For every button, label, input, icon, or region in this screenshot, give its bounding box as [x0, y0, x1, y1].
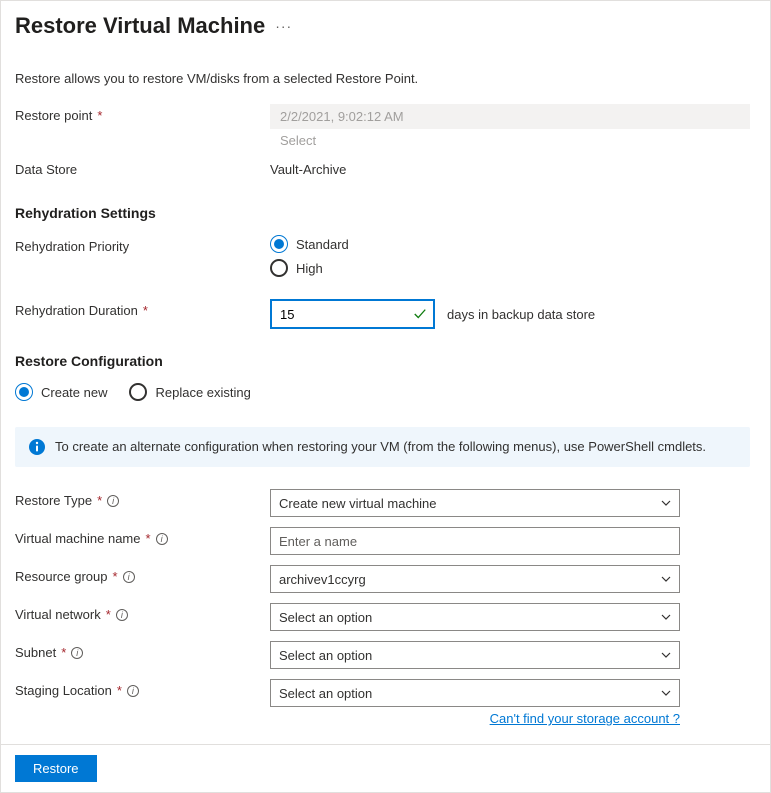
subnet-select[interactable]: Select an option: [270, 641, 680, 669]
required-asterisk: *: [143, 303, 148, 318]
rehydration-priority-label: Rehydration Priority: [15, 239, 129, 254]
chevron-down-icon: [660, 687, 672, 699]
staging-location-select[interactable]: Select an option: [270, 679, 680, 707]
data-store-label: Data Store: [15, 162, 77, 177]
restore-type-label: Restore Type: [15, 493, 92, 508]
page-title: Restore Virtual Machine: [15, 13, 265, 39]
info-icon: [29, 439, 45, 455]
priority-high-label: High: [296, 261, 323, 276]
duration-helper-text: days in backup data store: [447, 307, 595, 322]
required-asterisk: *: [61, 645, 66, 660]
priority-standard-radio[interactable]: Standard: [270, 235, 750, 253]
rehydration-duration-label: Rehydration Duration: [15, 303, 138, 318]
required-asterisk: *: [97, 493, 102, 508]
info-tooltip-icon[interactable]: i: [116, 609, 128, 621]
more-options-button[interactable]: ···: [275, 18, 292, 34]
required-asterisk: *: [97, 108, 102, 123]
replace-existing-label: Replace existing: [155, 385, 250, 400]
required-asterisk: *: [113, 569, 118, 584]
check-icon: [413, 307, 427, 321]
create-new-radio[interactable]: Create new: [15, 383, 107, 401]
rehydration-duration-input[interactable]: [270, 299, 435, 329]
staging-location-label: Staging Location: [15, 683, 112, 698]
info-tooltip-icon[interactable]: i: [123, 571, 135, 583]
restore-button[interactable]: Restore: [15, 755, 97, 782]
resource-group-select[interactable]: archivev1ccyrg: [270, 565, 680, 593]
vm-name-label: Virtual machine name: [15, 531, 141, 546]
subnet-label: Subnet: [15, 645, 56, 660]
storage-account-link[interactable]: Can't find your storage account ?: [490, 711, 680, 726]
create-new-label: Create new: [41, 385, 107, 400]
chevron-down-icon: [660, 573, 672, 585]
info-tooltip-icon[interactable]: i: [156, 533, 168, 545]
restore-point-select-link[interactable]: Select: [270, 129, 750, 148]
restore-point-label: Restore point: [15, 108, 92, 123]
required-asterisk: *: [146, 531, 151, 546]
rehydration-settings-heading: Rehydration Settings: [15, 205, 750, 221]
chevron-down-icon: [660, 611, 672, 623]
priority-high-radio[interactable]: High: [270, 259, 750, 277]
virtual-network-label: Virtual network: [15, 607, 101, 622]
restore-configuration-heading: Restore Configuration: [15, 353, 750, 369]
priority-standard-label: Standard: [296, 237, 349, 252]
info-tooltip-icon[interactable]: i: [107, 495, 119, 507]
chevron-down-icon: [660, 649, 672, 661]
restore-type-select[interactable]: Create new virtual machine: [270, 489, 680, 517]
data-store-value: Vault-Archive: [270, 158, 750, 181]
info-tooltip-icon[interactable]: i: [127, 685, 139, 697]
intro-text: Restore allows you to restore VM/disks f…: [15, 71, 750, 86]
restore-point-value: 2/2/2021, 9:02:12 AM: [270, 104, 750, 129]
required-asterisk: *: [117, 683, 122, 698]
required-asterisk: *: [106, 607, 111, 622]
resource-group-label: Resource group: [15, 569, 108, 584]
replace-existing-radio[interactable]: Replace existing: [129, 383, 250, 401]
vm-name-input[interactable]: [270, 527, 680, 555]
info-tooltip-icon[interactable]: i: [71, 647, 83, 659]
virtual-network-select[interactable]: Select an option: [270, 603, 680, 631]
info-text: To create an alternate configuration whe…: [55, 439, 706, 454]
info-banner: To create an alternate configuration whe…: [15, 427, 750, 467]
chevron-down-icon: [660, 497, 672, 509]
